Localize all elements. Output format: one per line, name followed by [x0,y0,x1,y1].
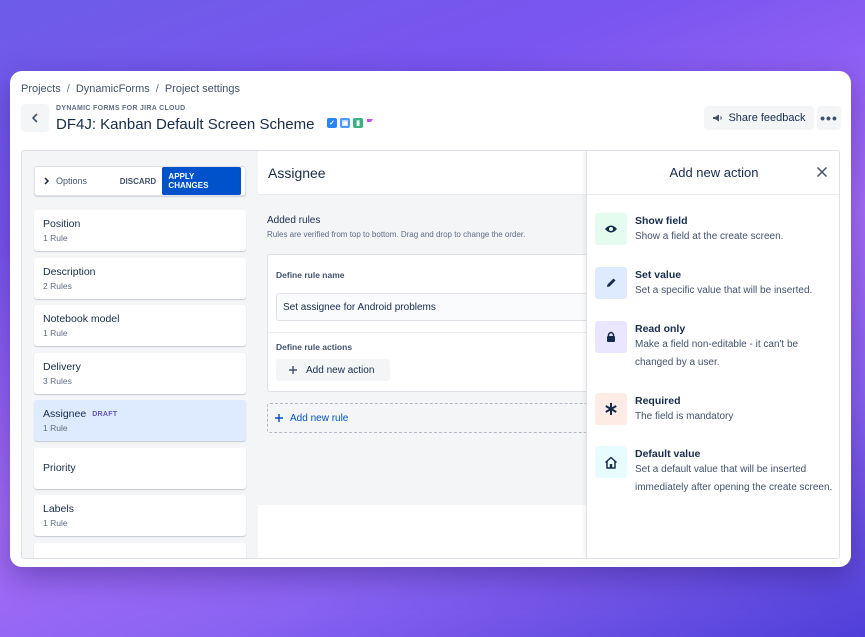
field-name: Delivery [43,360,81,373]
checkbox-badge-icon: ✓ [327,118,337,128]
pencil-icon [595,267,627,299]
action-title: Show field [635,215,688,227]
rule-name-input[interactable]: Set assignee for Android problems [276,293,606,321]
action-title: Required [635,395,681,407]
back-button[interactable] [21,104,49,132]
plus-icon [289,366,297,374]
more-actions-button[interactable]: ••• [817,106,841,130]
rules-toolbar: Options DISCARD APPLY CHANGES [34,166,246,196]
field-item-delivery[interactable]: Delivery 3 Rules [34,352,246,394]
chevron-right-icon [44,177,50,185]
asterisk-icon [595,393,627,425]
action-set-value[interactable]: Set value Set a specific value that will… [595,267,835,300]
field-item-description[interactable]: Description 2 Rules [34,257,246,299]
chevron-left-icon [32,113,38,123]
action-title: Default value [635,448,701,460]
field-item-assignee[interactable]: Assignee DRAFT 1 Rule [34,400,246,441]
added-rules-hint: Rules are verified from top to bottom. D… [267,230,526,239]
add-new-rule-label: Add new rule [290,412,349,424]
add-action-panel: Add new action Show field Show a field a… [586,151,839,558]
field-item-priority[interactable]: Priority [34,447,246,489]
breadcrumb-separator: / [66,83,70,95]
eye-icon [595,213,627,245]
field-item-position[interactable]: Position 1 Rule [34,210,246,251]
add-new-action-button[interactable]: Add new action [276,359,390,381]
field-rule-count: 1 Rule [43,233,68,243]
action-show-field[interactable]: Show field Show a field at the create sc… [595,213,835,246]
megaphone-icon [713,114,723,122]
lock-icon [595,321,627,353]
action-description: The field is mandatory [635,411,734,422]
rule-name-label: Define rule name [276,270,345,280]
options-toggle[interactable]: Options [43,176,112,186]
more-icon: ••• [820,110,838,126]
flag-icon [367,119,373,122]
field-title: Assignee [258,151,586,195]
action-title: Read only [635,323,686,335]
breadcrumb-separator: / [155,83,159,95]
app-overline: DYNAMIC FORMS FOR JIRA CLOUD [56,105,186,112]
apply-changes-button[interactable]: APPLY CHANGES [162,167,241,195]
action-required[interactable]: Required The field is mandatory [595,393,835,426]
field-list: Position 1 Rule Description 2 Rules Note… [34,210,246,558]
story-badge-icon: ▮ [353,118,363,128]
field-rule-count: 1 Rule [43,328,68,338]
field-item-notebook-model[interactable]: Notebook model 1 Rule [34,305,246,346]
action-read-only[interactable]: Read only Make a field non-editable - it… [595,321,835,372]
field-item-partial[interactable] [34,542,246,558]
plus-icon [275,414,283,422]
app-window: Projects / DynamicForms / Project settin… [10,71,851,567]
rule-card: Define rule name Set assignee for Androi… [267,254,606,392]
field-rule-count: 1 Rule [43,518,68,528]
action-default-value[interactable]: Default value Set a default value that w… [595,446,835,497]
add-new-rule-button[interactable]: Add new rule [267,403,597,433]
panel-title: Add new action [669,165,759,180]
field-name: Position [43,218,81,230]
discard-button[interactable]: DISCARD [114,177,163,186]
action-description: Set a specific value that will be insert… [635,285,813,296]
rule-card-divider [268,332,596,333]
field-name: Priority [43,462,76,474]
action-title: Set value [635,269,682,281]
field-rule-count: 1 Rule [43,423,68,433]
field-item-labels[interactable]: Labels 1 Rule [34,495,246,536]
home-icon [595,446,627,478]
field-name: Description [43,265,96,278]
field-name: Assignee [43,408,87,420]
panel-header: Add new action [587,151,839,195]
fields-sidebar: Options DISCARD APPLY CHANGES Position 1… [22,151,258,558]
field-rule-count: 3 Rules [43,375,72,386]
close-panel-button[interactable] [813,163,831,181]
copy-badge-icon: ▣ [340,118,350,128]
added-rules-title: Added rules [267,215,321,226]
close-icon [816,166,828,178]
breadcrumb: Projects / DynamicForms / Project settin… [21,83,240,95]
breadcrumb-project-settings[interactable]: Project settings [165,83,240,95]
project-badges: ✓ ▣ ▮ [327,118,374,128]
field-name: Labels [43,503,74,515]
breadcrumb-dynamicforms[interactable]: DynamicForms [76,83,150,95]
action-description: Make a field non-editable - it can't be … [635,339,799,368]
add-new-action-label: Add new action [306,364,375,376]
page-title: DF4J: Kanban Default Screen Scheme [56,116,315,133]
rules-body: Added rules Rules are verified from top … [258,195,606,505]
breadcrumb-projects[interactable]: Projects [21,83,61,95]
share-feedback-label: Share feedback [728,112,806,124]
rules-editor: Assignee Added rules Rules are verified … [258,151,606,558]
options-label: Options [56,176,88,186]
action-description: Set a default value that will be inserte… [635,464,833,493]
field-rule-count: 2 Rules [43,280,72,291]
editor-workspace: Options DISCARD APPLY CHANGES Position 1… [21,150,840,559]
action-description: Show a field at the create screen. [635,231,784,242]
rule-actions-label: Define rule actions [276,342,353,352]
field-name: Notebook model [43,313,120,325]
share-feedback-button[interactable]: Share feedback [704,106,814,130]
draft-badge: DRAFT [92,410,118,418]
